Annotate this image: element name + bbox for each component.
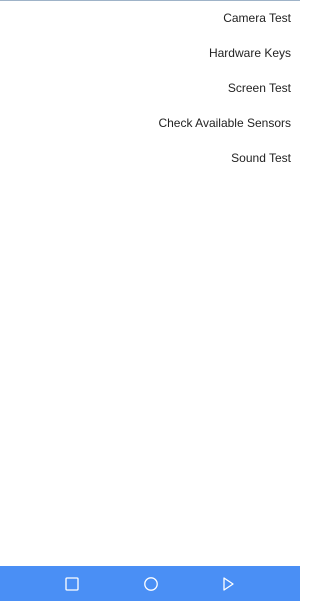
menu-item-sound-test[interactable]: Sound Test: [0, 140, 300, 175]
test-menu: Camera Test Hardware Keys Screen Test Ch…: [0, 0, 300, 175]
menu-item-label: Hardware Keys: [208, 45, 291, 60]
android-navigation-bar: [0, 566, 300, 601]
menu-item-camera-test[interactable]: Camera Test: [0, 0, 300, 35]
menu-item-label: Screen Test: [227, 80, 291, 95]
menu-item-screen-test[interactable]: Screen Test: [0, 70, 300, 105]
home-button[interactable]: [142, 575, 160, 593]
app-screen: Camera Test Hardware Keys Screen Test Ch…: [0, 0, 300, 601]
back-button[interactable]: [219, 575, 237, 593]
menu-item-check-available-sensors[interactable]: Check Available Sensors: [0, 105, 300, 140]
menu-item-hardware-keys[interactable]: Hardware Keys: [0, 35, 300, 70]
square-icon: [65, 577, 79, 591]
triangle-icon: [223, 577, 234, 591]
circle-icon: [144, 577, 158, 591]
menu-item-label: Sound Test: [231, 150, 291, 165]
recents-button[interactable]: [63, 575, 81, 593]
menu-item-label: Camera Test: [223, 10, 291, 25]
menu-item-label: Check Available Sensors: [158, 115, 291, 130]
